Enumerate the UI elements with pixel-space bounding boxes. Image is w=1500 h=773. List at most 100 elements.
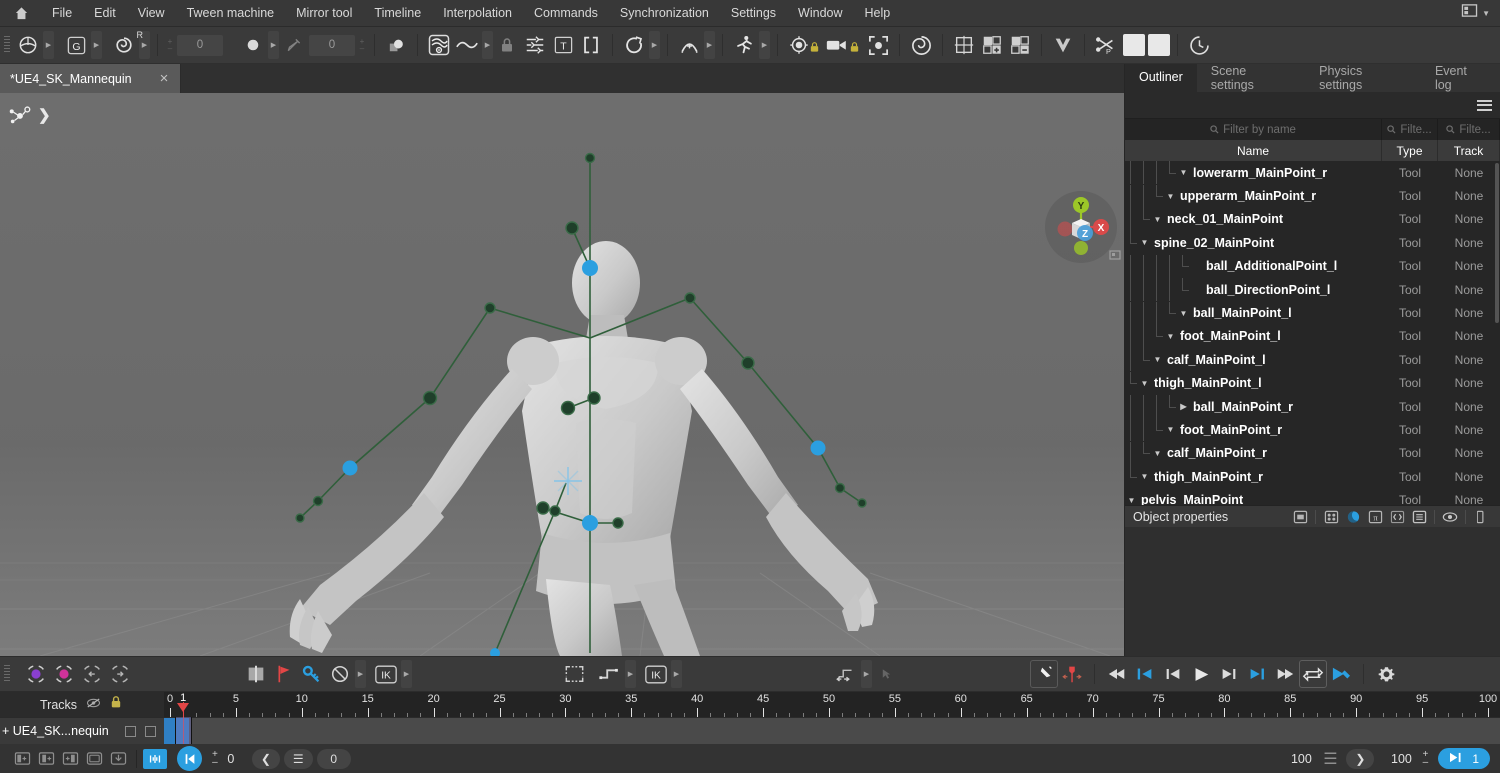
chevron-down-icon[interactable]: ▼ <box>1164 425 1177 434</box>
table-row[interactable]: ▼ upperarm_MainPoint_r Tool None <box>1125 184 1500 208</box>
ik-box-dropdown[interactable]: ▶ <box>671 660 682 688</box>
table-row[interactable]: ▼ thigh_MainPoint_l Tool None <box>1125 371 1500 395</box>
arc-add-icon[interactable] <box>675 31 703 59</box>
jump-start-icon[interactable] <box>1131 660 1159 688</box>
tab-physics-settings[interactable]: Physics settings <box>1305 64 1421 92</box>
menu-view[interactable]: View <box>127 0 176 27</box>
tab-outliner[interactable]: Outliner <box>1125 64 1197 92</box>
table-row[interactable]: ▼ foot_MainPoint_r Tool None <box>1125 418 1500 442</box>
column-header-name[interactable]: Name <box>1125 140 1382 161</box>
range-value[interactable]: 100 <box>1384 752 1418 766</box>
range-stepper[interactable]: + – <box>1422 749 1428 767</box>
arc-add-dropdown[interactable]: ▶ <box>704 31 715 59</box>
timeline-track-area[interactable] <box>164 717 1500 744</box>
table-row[interactable]: ball_AdditionalPoint_l Tool None <box>1125 254 1500 278</box>
filter-type-input[interactable]: Filte... <box>1382 119 1438 140</box>
home-icon[interactable] <box>0 6 41 21</box>
second-value[interactable]: 0 <box>316 748 351 769</box>
menu-edit[interactable]: Edit <box>83 0 127 27</box>
select-purple-icon[interactable] <box>22 660 50 688</box>
camera-lock-icon[interactable] <box>823 31 851 59</box>
run-man-dropdown[interactable]: ▶ <box>759 31 770 59</box>
loop-icon[interactable] <box>1299 660 1327 688</box>
history-clock-icon[interactable] <box>1185 31 1213 59</box>
no-entry-icon[interactable] <box>326 660 354 688</box>
track-lock-checkbox[interactable] <box>145 725 156 737</box>
chevron-down-icon[interactable]: ▼ <box>1151 215 1164 224</box>
ik-toggle-icon[interactable]: IK <box>372 660 400 688</box>
wave-tangent-dropdown[interactable]: ▶ <box>482 31 493 59</box>
run-man-icon[interactable] <box>730 31 758 59</box>
filter-by-name-input[interactable]: Filter by name <box>1125 119 1382 140</box>
pin-arrow-icon[interactable] <box>279 31 307 59</box>
key-button[interactable] <box>177 746 202 771</box>
duplicate-key-icon[interactable] <box>82 749 106 769</box>
red-marker-icon[interactable] <box>1058 660 1086 688</box>
retarget-icon[interactable] <box>832 660 860 688</box>
column-header-track[interactable]: Track <box>1438 140 1500 161</box>
table-row[interactable]: ball_DirectionPoint_l Tool None <box>1125 278 1500 302</box>
small-arrow-icon[interactable] <box>872 660 900 688</box>
book-pin-icon[interactable] <box>242 660 270 688</box>
chevron-down-icon[interactable]: ▼ <box>1164 332 1177 341</box>
ik-box-icon[interactable]: IK <box>642 660 670 688</box>
rotate-loop-icon[interactable] <box>620 31 648 59</box>
fast-forward-icon[interactable] <box>1271 660 1299 688</box>
dot-icon[interactable] <box>239 31 267 59</box>
menu-timeline[interactable]: Timeline <box>363 0 432 27</box>
toolbar-grip[interactable] <box>0 27 14 64</box>
text-t-icon[interactable]: T <box>549 31 577 59</box>
outliner-scrollbar[interactable] <box>1495 163 1499 323</box>
chevron-right-icon[interactable]: ▶ <box>1177 402 1190 411</box>
view-orientation-gizmo[interactable]: Y X Z <box>1045 191 1121 263</box>
eye-off-icon[interactable] <box>86 696 101 714</box>
table-row[interactable]: ▼ calf_MainPoint_l Tool None <box>1125 348 1500 372</box>
transform-grid-icon[interactable] <box>1320 508 1342 526</box>
key-up-down-icon[interactable]: + – <box>165 38 175 53</box>
timeline-track-row[interactable]: + UE4_SK...nequin <box>0 717 164 744</box>
track-visibility-checkbox[interactable] <box>125 725 136 737</box>
menu-window[interactable]: Window <box>787 0 853 27</box>
dot-dropdown[interactable]: ▶ <box>268 31 279 59</box>
select-next-icon[interactable] <box>106 660 134 688</box>
lock-icon[interactable] <box>110 695 122 714</box>
menu-tween-machine[interactable]: Tween machine <box>176 0 286 27</box>
table-row[interactable]: ▼ ball_MainPoint_l Tool None <box>1125 301 1500 325</box>
menu-file[interactable]: File <box>41 0 83 27</box>
layer-remove-icon[interactable] <box>1006 31 1034 59</box>
cut-keys-icon[interactable]: P <box>1092 31 1120 59</box>
layer-add-icon[interactable] <box>978 31 1006 59</box>
rig-nodes-icon[interactable] <box>8 104 32 126</box>
pin-value-field[interactable]: 0 <box>309 34 355 56</box>
physics-pi-icon[interactable]: π <box>1364 508 1386 526</box>
snap-keys-icon[interactable] <box>143 748 167 769</box>
playhead-handle[interactable] <box>177 703 190 712</box>
menu-settings[interactable]: Settings <box>720 0 787 27</box>
hamburger-menu-icon[interactable] <box>1477 99 1492 111</box>
global-g-dropdown[interactable]: ▶ <box>91 31 102 59</box>
chevron-right-icon[interactable]: ❯ <box>38 106 51 124</box>
code-brackets-icon[interactable] <box>1386 508 1408 526</box>
material-sphere-icon[interactable] <box>1342 508 1364 526</box>
bottom-toolbar-grip[interactable] <box>0 656 14 693</box>
end-list-icon[interactable]: ☰ <box>1318 749 1342 769</box>
chevron-down-icon[interactable]: ▼ <box>1164 192 1177 201</box>
curve-editor-icon[interactable] <box>425 31 453 59</box>
table-row[interactable]: ▼ thigh_MainPoint_r Tool None <box>1125 465 1500 488</box>
step-back-icon[interactable] <box>1159 660 1187 688</box>
retarget-dropdown[interactable]: ▶ <box>861 660 872 688</box>
pivot-lock-icon[interactable] <box>785 31 813 59</box>
list-lines-icon[interactable] <box>1408 508 1430 526</box>
no-entry-dropdown[interactable]: ▶ <box>355 660 366 688</box>
chevron-down-icon[interactable]: ▼ <box>1177 168 1190 177</box>
filter-track-input[interactable]: Filte... <box>1438 119 1500 140</box>
table-row[interactable]: ▼ pelvis_MainPoint Tool None <box>1125 488 1500 505</box>
table-row[interactable]: ▼ lowerarm_MainPoint_r Tool None <box>1125 161 1500 185</box>
menu-help[interactable]: Help <box>854 0 902 27</box>
frame-selection-icon[interactable] <box>864 31 892 59</box>
goto-end-control[interactable]: 1 <box>1438 748 1490 769</box>
globe-rotate-dropdown[interactable]: ▶ <box>43 31 54 59</box>
spiral-icon[interactable] <box>907 31 935 59</box>
timeline-ruler[interactable]: 0 5 10 15 20 25 30 35 40 45 50 55 60 65 70 75 80 85 90 95 10… <box>164 692 1500 717</box>
menu-commands[interactable]: Commands <box>523 0 609 27</box>
